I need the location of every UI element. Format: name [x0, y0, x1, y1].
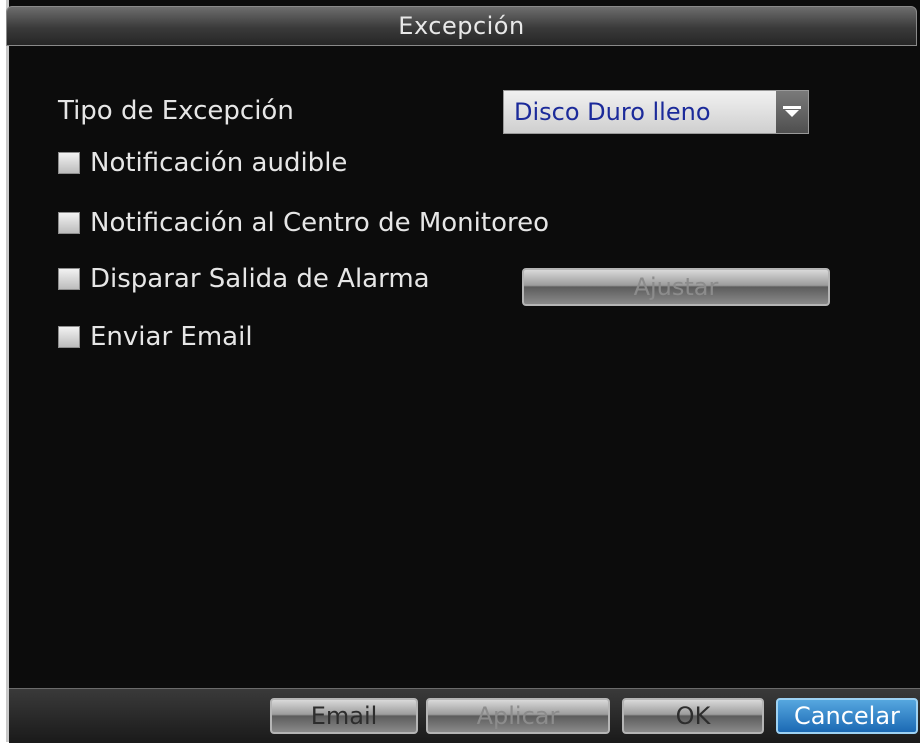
option-label: Notificación audible: [90, 148, 348, 178]
checkbox-icon[interactable]: [58, 212, 80, 234]
exception-type-row: Tipo de Excepción: [58, 96, 294, 126]
option-label: Enviar Email: [90, 322, 253, 352]
checkbox-icon[interactable]: [58, 326, 80, 348]
option-label: Disparar Salida de Alarma: [90, 264, 430, 294]
title-bar: Excepción: [6, 6, 917, 46]
option-notificacion-audible[interactable]: Notificación audible: [58, 148, 347, 178]
email-button[interactable]: Email: [270, 698, 418, 734]
cancelar-button[interactable]: Cancelar: [776, 698, 918, 734]
option-label: Notificación al Centro de Monitoreo: [90, 208, 550, 238]
exception-type-label: Tipo de Excepción: [58, 96, 294, 126]
checkbox-icon[interactable]: [58, 152, 80, 174]
aplicar-button[interactable]: Aplicar: [426, 698, 610, 734]
ajustar-button[interactable]: Ajustar: [522, 268, 830, 306]
exception-type-value: Disco Duro lleno: [514, 98, 711, 126]
option-enviar-email[interactable]: Enviar Email: [58, 322, 253, 352]
exception-type-select[interactable]: Disco Duro lleno: [503, 90, 809, 134]
dialog-title: Excepción: [398, 12, 525, 40]
option-notificacion-centro[interactable]: Notificación al Centro de Monitoreo: [58, 208, 549, 238]
checkbox-icon[interactable]: [58, 268, 80, 290]
ok-button[interactable]: OK: [622, 698, 764, 734]
chevron-down-icon[interactable]: [776, 91, 808, 133]
option-disparar-salida[interactable]: Disparar Salida de Alarma: [58, 264, 430, 294]
